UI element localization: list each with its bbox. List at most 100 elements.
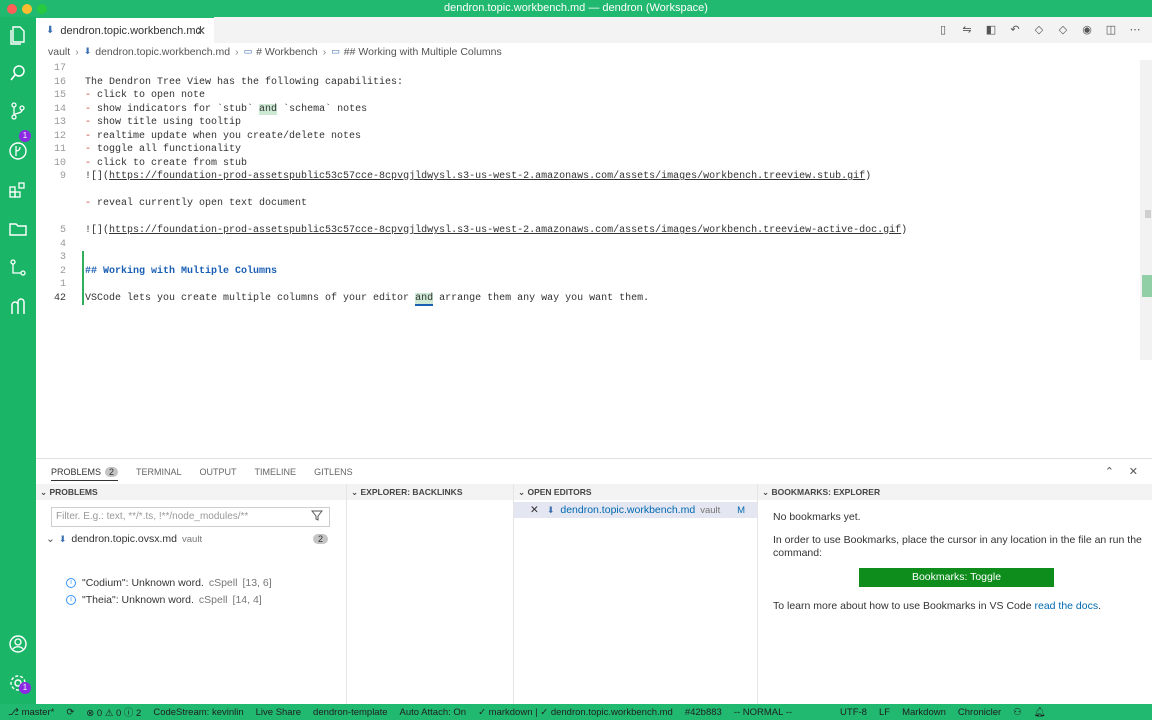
source-control-icon[interactable] <box>8 101 28 121</box>
image-link[interactable]: https://foundation-prod-assetspublic53c5… <box>109 225 901 236</box>
status-branch[interactable]: ⎇ master* <box>8 707 54 718</box>
section-header[interactable]: ⌄ EXPLORER: BACKLINKS <box>347 484 513 500</box>
status-problems[interactable]: ⊗ 0 ⚠ 0 ⓘ 2 <box>86 705 141 719</box>
problems-filter-input[interactable]: Filter. E.g.: text, **/*.ts, !**/node_mo… <box>51 507 330 527</box>
symbol-string-icon: ▭ <box>331 46 340 56</box>
section-header[interactable]: ⌄ PROBLEMS <box>36 484 346 500</box>
maximize-panel-icon[interactable]: ⌃ <box>1105 465 1114 478</box>
breadcrumb-vault[interactable]: vault <box>48 46 70 58</box>
folder-icon[interactable] <box>8 219 28 239</box>
open-changes-icon[interactable]: ◧ <box>984 23 998 37</box>
breadcrumb-file[interactable]: dendron.topic.workbench.md <box>95 46 230 58</box>
git-change-marker <box>82 251 84 305</box>
tab-terminal[interactable]: TERMINAL <box>136 467 182 477</box>
editor-scrollbar[interactable] <box>1140 60 1152 360</box>
status-auto-attach[interactable]: Auto Attach: On <box>400 707 467 718</box>
live-share-icon[interactable]: ⚇ <box>1013 707 1022 718</box>
go-back-icon[interactable]: ↶ <box>1008 23 1022 37</box>
editor-line: 3 <box>59 252 66 263</box>
tab-problems[interactable]: PROBLEMS 2 <box>51 466 119 481</box>
close-tab-icon[interactable]: ✕ <box>196 24 206 38</box>
gitlens-icon[interactable]: ◉ <box>1080 23 1094 37</box>
problems-section: ⌄ PROBLEMS Filter. E.g.: text, **/*.ts, … <box>36 484 346 705</box>
status-linter[interactable]: ✓ markdown | ✓ dendron.topic.workbench.m… <box>478 707 673 718</box>
status-workspace[interactable]: dendron-template <box>313 707 387 718</box>
status-live-share[interactable]: Live Share <box>256 707 301 718</box>
zoom-window-button[interactable] <box>37 4 47 14</box>
extensions-icon[interactable] <box>8 180 28 200</box>
tab-gitlens[interactable]: GITLENS <box>314 467 353 477</box>
open-editor-item[interactable]: ✕ ⬇ dendron.topic.workbench.md vault M <box>514 502 757 518</box>
bookmarks-learn-more: To learn more about how to use Bookmarks… <box>773 600 1102 612</box>
previous-change-icon[interactable]: ◇ <box>1032 23 1046 37</box>
title-bar: dendron.topic.workbench.md — dendron (Wo… <box>0 0 1152 17</box>
git-graph-icon[interactable] <box>8 141 28 161</box>
notifications-bell-icon[interactable]: 🔔︎ <box>1034 707 1046 718</box>
image-link[interactable]: https://foundation-prod-assetspublic53c5… <box>109 171 865 182</box>
branch-tree-icon[interactable] <box>8 258 28 278</box>
compare-changes-icon[interactable]: ⇋ <box>960 23 974 37</box>
bookmarks-empty-text: No bookmarks yet. <box>773 511 861 523</box>
tab-output[interactable]: OUTPUT <box>200 467 237 477</box>
filter-icon[interactable] <box>310 509 324 528</box>
tab-workbench[interactable]: ⬇ dendron.topic.workbench.md ✕ <box>36 17 214 43</box>
status-color[interactable]: #42b883 <box>685 707 722 718</box>
sync-icon[interactable]: ⟳ <box>66 707 74 718</box>
explorer-icon[interactable] <box>8 25 28 45</box>
breadcrumb-heading-1[interactable]: # Workbench <box>256 46 318 58</box>
problem-count-badge: 2 <box>312 534 328 544</box>
editor-line: 11- toggle all functionality <box>53 144 242 155</box>
dendron-icon[interactable] <box>8 297 28 317</box>
close-editor-icon[interactable]: ✕ <box>530 504 539 516</box>
split-editor-icon[interactable]: ◫ <box>1104 23 1118 37</box>
status-vim-mode: -- NORMAL -- <box>733 706 793 718</box>
editor-line: 15- click to open note <box>53 90 206 101</box>
close-window-button[interactable] <box>7 4 17 14</box>
close-panel-icon[interactable]: ✕ <box>1129 465 1138 478</box>
markdown-file-icon: ⬇ <box>46 25 55 36</box>
editor-line: - reveal currently open text document <box>85 198 308 209</box>
status-eol[interactable]: LF <box>879 707 890 718</box>
next-change-icon[interactable]: ◇ <box>1056 23 1070 37</box>
breadcrumb-heading-2[interactable]: ## Working with Multiple Columns <box>344 46 502 58</box>
status-codestream[interactable]: CodeStream: kevinlin <box>153 707 243 718</box>
problem-item[interactable]: i "Theia": Unknown word. cSpell [14, 4] <box>66 592 262 608</box>
editor-line-current: 42 VSCode lets you create multiple column… <box>53 292 650 306</box>
breadcrumb: vault › ⬇ dendron.topic.workbench.md › ▭… <box>36 43 1152 60</box>
bookmarks-toggle-button[interactable]: Bookmarks: Toggle <box>859 568 1054 587</box>
status-encoding[interactable]: UTF-8 <box>840 707 867 718</box>
editor-line: 2 ## Working with Multiple Columns <box>59 265 278 277</box>
search-icon[interactable] <box>8 63 28 83</box>
section-header[interactable]: ⌄ BOOKMARKS: EXPLORER <box>758 484 1152 500</box>
editor-line: 4 <box>59 238 66 250</box>
status-language[interactable]: Markdown <box>902 707 946 718</box>
open-preview-icon[interactable]: ▯ <box>936 23 950 37</box>
section-header[interactable]: ⌄ OPEN EDITORS <box>514 484 757 500</box>
editor[interactable]: 17 16 The Dendron Tree View has the follo… <box>36 60 1140 458</box>
settings-badge: 1 <box>19 682 31 694</box>
more-actions-icon[interactable]: ⋯ <box>1128 23 1142 37</box>
editor-line: 10- click to create from stub <box>53 157 248 169</box>
read-the-docs-link[interactable]: read the docs <box>1034 600 1098 612</box>
modified-indicator: M <box>737 504 745 516</box>
info-icon: i <box>66 578 76 588</box>
problem-file-row[interactable]: ⌄ ⬇ dendron.topic.ovsx.md vault 2 <box>46 531 336 547</box>
problem-item[interactable]: i "Codium": Unknown word. cSpell [13, 6] <box>66 575 272 591</box>
tab-timeline[interactable]: TIMELINE <box>255 467 297 477</box>
status-chronicler[interactable]: Chronicler <box>958 707 1001 718</box>
chevron-right-icon: › <box>75 45 79 58</box>
editor-line: 9 ![](https://foundation-prod-assetspubli… <box>59 171 872 182</box>
markdown-file-icon: ⬇ <box>546 504 555 515</box>
bottom-panel: PROBLEMS 2 TERMINAL OUTPUT TIMELINE GITLE… <box>36 458 1152 705</box>
editor-line: 5 ![](https://foundation-prod-assetspubli… <box>59 225 908 236</box>
tab-label: dendron.topic.workbench.md <box>60 24 202 37</box>
markdown-file-icon: ⬇ <box>83 46 92 56</box>
status-bar: ⎇ master* ⟳ ⊗ 0 ⚠ 0 ⓘ 2 CodeStream: kevi… <box>0 704 1152 720</box>
symbol-string-icon: ▭ <box>243 46 253 56</box>
account-icon[interactable] <box>8 634 28 654</box>
editor-actions: ▯ ⇋ ◧ ↶ ◇ ◇ ◉ ◫ ⋯ <box>936 23 1142 37</box>
minimize-window-button[interactable] <box>22 4 32 14</box>
panel-tabs: PROBLEMS 2 TERMINAL OUTPUT TIMELINE GITLE… <box>36 459 1152 484</box>
